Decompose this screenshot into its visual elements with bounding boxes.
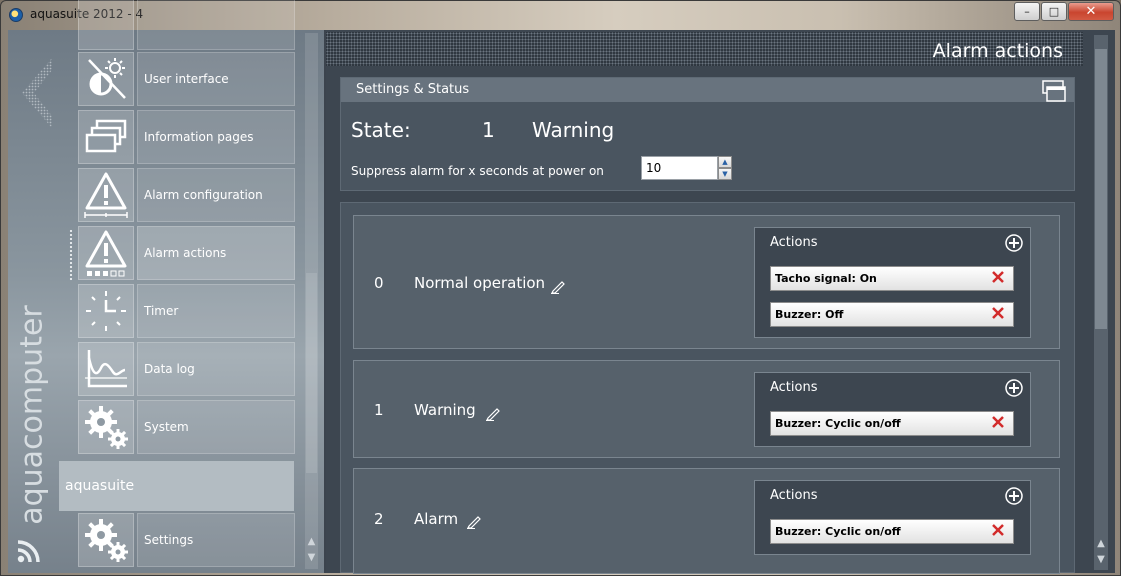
panel-heading: Settings & Status — [341, 78, 1074, 102]
page-title: Alarm actions — [932, 40, 1063, 62]
app-logo-icon — [9, 8, 23, 22]
edit-icon[interactable] — [550, 280, 566, 294]
information-pages-icon — [78, 110, 134, 164]
rss-feed-icon[interactable] — [16, 538, 42, 564]
increment-icon[interactable]: ▲ — [718, 156, 732, 168]
user-interface-icon — [78, 52, 134, 106]
suppress-seconds-stepper[interactable]: ▲ ▼ — [641, 156, 732, 180]
delete-icon[interactable] — [991, 523, 1005, 537]
sidebar-item-data-log[interactable]: Data log — [78, 342, 295, 396]
sidebar-item-alarm-configuration[interactable]: Alarm configuration — [78, 168, 295, 222]
state-name: Warning — [414, 401, 476, 419]
settings-status-panel: Settings & Status State: 1 Warning Suppr… — [340, 77, 1075, 191]
state-name: Normal operation — [414, 274, 546, 292]
brand-logo: aquacomputer — [14, 305, 50, 525]
gear-icon — [78, 400, 134, 454]
action-label: Tacho signal: On — [775, 272, 877, 285]
alarm-states-list: 0 Normal operation Actions Tacho signal:… — [340, 202, 1075, 574]
alarm-actions-icon — [78, 226, 134, 280]
sidebar-item-label: Alarm configuration — [137, 168, 295, 222]
scroll-down-icon[interactable]: ▼ — [1094, 554, 1108, 566]
state-label: State: — [351, 118, 411, 142]
alarm-state-card: 1 Warning Actions Buzzer: Cyclic on/off — [353, 360, 1060, 458]
action-label: Buzzer: Cyclic on/off — [775, 525, 901, 538]
add-action-icon[interactable] — [1005, 379, 1023, 397]
alarm-configuration-icon — [78, 168, 134, 222]
client-area: aquacomputer User interface Information … — [8, 0, 1115, 574]
sidebar-item-alarm-actions[interactable]: Alarm actions — [78, 226, 295, 280]
suppress-seconds-input[interactable] — [641, 156, 718, 180]
action-item[interactable]: Buzzer: Cyclic on/off — [770, 519, 1014, 544]
state-number: 1 — [482, 118, 495, 142]
sidebar-item-label: System — [137, 400, 295, 454]
page-header: Alarm actions — [326, 32, 1083, 66]
add-action-icon[interactable] — [1005, 487, 1023, 505]
sidebar-item-information-pages[interactable]: Information pages — [78, 110, 295, 164]
sidebar-item-partial[interactable] — [78, 0, 295, 50]
state-index: 1 — [374, 401, 384, 419]
delete-icon[interactable] — [991, 306, 1005, 320]
scroll-down-icon[interactable]: ▼ — [306, 552, 317, 563]
sidebar-item-icon — [78, 0, 134, 50]
left-navigation: aquacomputer User interface Information … — [8, 0, 324, 573]
data-log-icon — [78, 342, 134, 396]
delete-icon[interactable] — [991, 270, 1005, 284]
edit-icon[interactable] — [485, 407, 501, 421]
state-index: 0 — [374, 274, 384, 292]
action-label: Buzzer: Off — [775, 308, 844, 321]
alarm-state-card: 0 Normal operation Actions Tacho signal:… — [353, 215, 1060, 349]
actions-title: Actions — [770, 380, 818, 395]
sidebar-group-aquasuite[interactable]: aquasuite — [59, 461, 294, 511]
window-restore-icon[interactable] — [1041, 79, 1067, 103]
sidebar-item-label: Timer — [137, 284, 295, 338]
scroll-up-icon[interactable]: ▲ — [1094, 538, 1108, 550]
sidebar-scrollbar[interactable]: ▲ ▼ — [305, 33, 318, 569]
sidebar-item-label — [137, 0, 295, 50]
state-text: Warning — [532, 118, 615, 142]
action-label: Buzzer: Cyclic on/off — [775, 417, 901, 430]
sidebar-item-label: Settings — [137, 513, 295, 567]
sidebar-item-user-interface[interactable]: User interface — [78, 52, 295, 106]
brand-strip: aquacomputer — [8, 30, 60, 573]
add-action-icon[interactable] — [1005, 234, 1023, 252]
gear-icon — [78, 513, 134, 567]
main-scrollbar[interactable]: ▲ ▼ — [1094, 35, 1108, 570]
delete-icon[interactable] — [991, 415, 1005, 429]
sidebar-item-system[interactable]: System — [78, 400, 295, 454]
sidebar-item-label: Alarm actions — [137, 226, 295, 280]
minimize-button[interactable]: – — [1014, 2, 1040, 21]
actions-box: Actions Buzzer: Cyclic on/off — [754, 372, 1031, 447]
sidebar-item-label: Data log — [137, 342, 295, 396]
close-button[interactable]: ✕ — [1068, 2, 1114, 21]
sidebar-item-label: User interface — [137, 52, 295, 106]
maximize-button[interactable]: □ — [1041, 2, 1067, 21]
actions-box: Actions Buzzer: Cyclic on/off — [754, 480, 1031, 555]
alarm-state-card: 2 Alarm Actions Buzzer: Cyclic on/off — [353, 468, 1060, 574]
window-controls: – □ ✕ — [1014, 2, 1114, 21]
main-panel: Alarm actions ▲ ▼ Settings & Status Stat… — [326, 30, 1115, 574]
main-scroll-thumb[interactable] — [1095, 49, 1107, 329]
edit-icon[interactable] — [466, 515, 482, 529]
action-item[interactable]: Tacho signal: On — [770, 266, 1014, 291]
actions-title: Actions — [770, 235, 818, 250]
app-window: aquasuite 2012 - 4 – □ ✕ aquacomputer Us… — [0, 0, 1121, 576]
actions-box: Actions Tacho signal: On Buzzer: Off — [754, 227, 1031, 338]
state-index: 2 — [374, 510, 384, 528]
active-item-indicator — [69, 229, 73, 281]
sidebar-item-settings[interactable]: Settings — [78, 513, 295, 567]
timer-icon — [78, 284, 134, 338]
state-name: Alarm — [414, 510, 459, 528]
action-item[interactable]: Buzzer: Cyclic on/off — [770, 411, 1014, 436]
sidebar-item-timer[interactable]: Timer — [78, 284, 295, 338]
sidebar-item-label: Information pages — [137, 110, 295, 164]
decrement-icon[interactable]: ▼ — [718, 168, 732, 180]
sidebar-scroll-thumb[interactable] — [306, 273, 317, 473]
actions-title: Actions — [770, 488, 818, 503]
action-item[interactable]: Buzzer: Off — [770, 302, 1014, 327]
collapse-chevron-icon[interactable] — [22, 58, 52, 128]
suppress-alarm-label: Suppress alarm for x seconds at power on — [351, 164, 604, 178]
scroll-up-icon[interactable]: ▲ — [306, 536, 317, 547]
